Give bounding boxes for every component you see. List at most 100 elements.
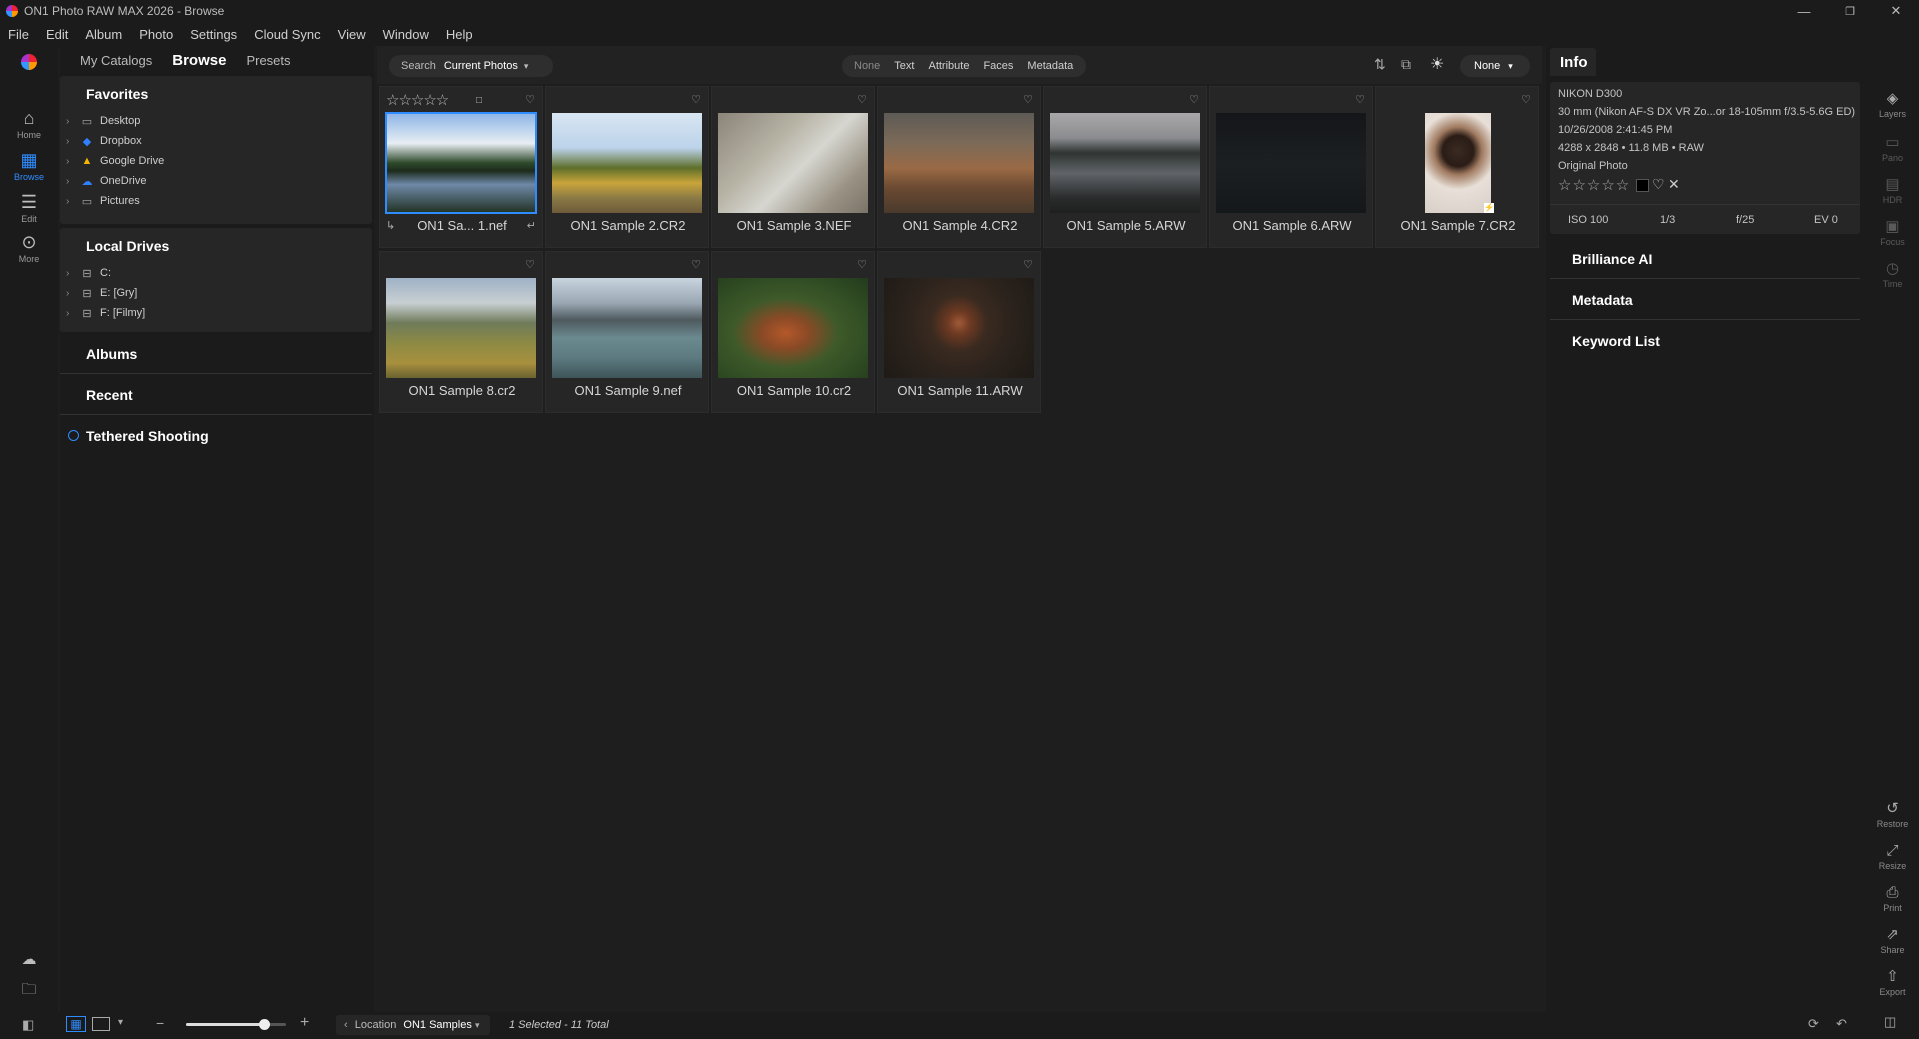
right-panel-toggle-icon[interactable]: ◫ xyxy=(1884,1014,1896,1030)
photo-thumbnail[interactable] xyxy=(884,113,1034,213)
grid-view-icon[interactable]: ▦ xyxy=(66,1016,86,1032)
photo-thumbnail[interactable] xyxy=(1425,113,1491,213)
info-star-rating[interactable]: ☆☆☆☆☆ xyxy=(1558,176,1630,194)
tool-share[interactable]: ⇗ Share xyxy=(1866,926,1919,955)
metadata-section[interactable]: Metadata xyxy=(1550,280,1860,320)
app-badge[interactable] xyxy=(0,54,58,70)
rail-home[interactable]: ⌂ Home xyxy=(0,108,58,140)
filter-faces[interactable]: Faces xyxy=(983,60,1013,72)
photo-thumbnail[interactable] xyxy=(1216,113,1366,213)
chevron-left-icon[interactable]: ‹ xyxy=(344,1019,348,1031)
tethered-shooting-header[interactable]: Tethered Shooting xyxy=(68,428,209,444)
chevron-right-icon[interactable]: › xyxy=(66,268,78,279)
restore-button[interactable]: ❐ xyxy=(1827,0,1873,22)
chevron-right-icon[interactable]: › xyxy=(66,116,78,127)
tool-layers[interactable]: ◈ Layers xyxy=(1866,90,1919,119)
menu-window[interactable]: Window xyxy=(383,27,429,42)
favorite-pictures[interactable]: › ▭ Pictures xyxy=(66,192,140,210)
single-view-icon[interactable] xyxy=(92,1017,110,1031)
sync-icon[interactable]: ⟳ xyxy=(1808,1016,1819,1032)
photo-cell[interactable]: ♡ ON1 Sample 9.nef xyxy=(545,251,709,413)
zoom-in-icon[interactable]: + xyxy=(300,1014,309,1032)
favorite-onedrive[interactable]: › ☁ OneDrive xyxy=(66,172,146,190)
like-icon[interactable]: ♡ xyxy=(691,93,701,106)
tool-hdr[interactable]: ▤ HDR xyxy=(1866,176,1919,205)
tool-resize[interactable]: ⤢ Resize xyxy=(1866,842,1919,871)
chevron-right-icon[interactable]: › xyxy=(66,288,78,299)
like-icon[interactable]: ♡ xyxy=(857,93,867,106)
photo-thumbnail[interactable] xyxy=(718,113,868,213)
photo-thumbnail[interactable] xyxy=(552,113,702,213)
brilliance-ai-section[interactable]: Brilliance AI xyxy=(1550,239,1860,279)
like-icon[interactable]: ♡ xyxy=(1652,176,1665,193)
color-label-swatch[interactable] xyxy=(1636,179,1649,192)
keyword-list-section[interactable]: Keyword List xyxy=(1550,321,1860,361)
color-label-icon[interactable]: □ xyxy=(476,95,482,106)
photo-cell[interactable]: ♡ ON1 Sample 2.CR2 xyxy=(545,86,709,248)
tool-pano[interactable]: ▭ Pano xyxy=(1866,134,1919,163)
like-icon[interactable]: ♡ xyxy=(1023,93,1033,106)
photo-thumbnail[interactable] xyxy=(884,278,1034,378)
like-icon[interactable]: ♡ xyxy=(1023,258,1033,271)
sort-dropdown[interactable]: None ▾ xyxy=(1460,55,1530,77)
like-icon[interactable]: ♡ xyxy=(525,93,535,106)
recent-header[interactable]: Recent xyxy=(86,387,133,403)
reject-icon[interactable]: ✕ xyxy=(1668,176,1680,193)
tool-focus[interactable]: ▣ Focus xyxy=(1866,218,1919,247)
search-scope-dropdown[interactable]: Search Current Photos ▾ xyxy=(389,55,553,77)
chevron-right-icon[interactable]: › xyxy=(66,176,78,187)
chevron-right-icon[interactable]: › xyxy=(66,156,78,167)
photo-cell[interactable]: ♡ ON1 Sample 8.cr2 xyxy=(379,251,543,413)
chevron-right-icon[interactable]: › xyxy=(66,196,78,207)
photo-cell[interactable]: ♡ ON1 Sample 4.CR2 xyxy=(877,86,1041,248)
photo-thumbnail[interactable] xyxy=(1050,113,1200,213)
like-icon[interactable]: ♡ xyxy=(857,258,867,271)
filter-none[interactable]: None xyxy=(854,60,880,72)
add-folder-button[interactable]: 🗀 xyxy=(0,980,58,1002)
photo-cell[interactable]: ☆☆☆☆☆ □ ♡ ↳ ↵ ON1 Sa... 1.nef xyxy=(379,86,543,248)
tool-export[interactable]: ⇧ Export xyxy=(1866,968,1919,997)
tool-time[interactable]: ◷ Time xyxy=(1866,260,1919,289)
like-icon[interactable]: ♡ xyxy=(1521,93,1531,106)
menu-settings[interactable]: Settings xyxy=(190,27,237,42)
zoom-out-icon[interactable]: − xyxy=(156,1015,164,1031)
menu-album[interactable]: Album xyxy=(85,27,122,42)
sort-icon[interactable]: ⇅ xyxy=(1374,56,1386,73)
tab-browse[interactable]: Browse xyxy=(172,52,226,69)
menu-cloud-sync[interactable]: Cloud Sync xyxy=(254,27,320,42)
chevron-down-icon[interactable]: ▾ xyxy=(118,1017,123,1028)
photo-cell[interactable]: ♡ ON1 Sample 11.ARW xyxy=(877,251,1041,413)
rail-edit[interactable]: ☰ Edit xyxy=(0,192,58,224)
info-tab[interactable]: Info xyxy=(1550,48,1596,76)
drive-e[interactable]: › ⊟ E: [Gry] xyxy=(66,284,137,302)
minimize-button[interactable]: — xyxy=(1781,0,1827,22)
cloud-settings-button[interactable]: ☁ xyxy=(0,950,58,972)
favorites-title[interactable]: Favorites xyxy=(60,76,372,102)
photo-thumbnail[interactable] xyxy=(385,112,537,214)
tab-my-catalogs[interactable]: My Catalogs xyxy=(80,53,152,68)
slider-handle[interactable] xyxy=(259,1019,270,1030)
drive-c[interactable]: › ⊟ C: xyxy=(66,264,111,282)
compare-icon[interactable]: ⧉ xyxy=(1401,56,1411,73)
photo-cell[interactable]: ♡ ⚡ ON1 Sample 7.CR2 xyxy=(1375,86,1539,248)
left-panel-toggle-icon[interactable]: ◧ xyxy=(22,1017,34,1033)
like-icon[interactable]: ♡ xyxy=(1189,93,1199,106)
tab-presets[interactable]: Presets xyxy=(246,53,290,68)
menu-view[interactable]: View xyxy=(338,27,366,42)
photo-thumbnail[interactable] xyxy=(718,278,868,378)
menu-edit[interactable]: Edit xyxy=(46,27,68,42)
star-rating[interactable]: ☆☆☆☆☆ xyxy=(386,91,449,109)
rail-browse[interactable]: ▦ Browse xyxy=(0,150,58,182)
close-button[interactable]: ✕ xyxy=(1873,0,1919,22)
undo-icon[interactable]: ↶ xyxy=(1836,1016,1847,1032)
like-icon[interactable]: ♡ xyxy=(525,258,535,271)
menu-photo[interactable]: Photo xyxy=(139,27,173,42)
filter-attribute[interactable]: Attribute xyxy=(928,60,969,72)
photo-cell[interactable]: ♡ ON1 Sample 5.ARW xyxy=(1043,86,1207,248)
photo-thumbnail[interactable] xyxy=(552,278,702,378)
favorite-dropbox[interactable]: › ◆ Dropbox xyxy=(66,132,142,150)
local-drives-title[interactable]: Local Drives xyxy=(60,228,372,254)
like-icon[interactable]: ♡ xyxy=(691,258,701,271)
filter-text[interactable]: Text xyxy=(894,60,914,72)
photo-thumbnail[interactable] xyxy=(386,278,536,378)
